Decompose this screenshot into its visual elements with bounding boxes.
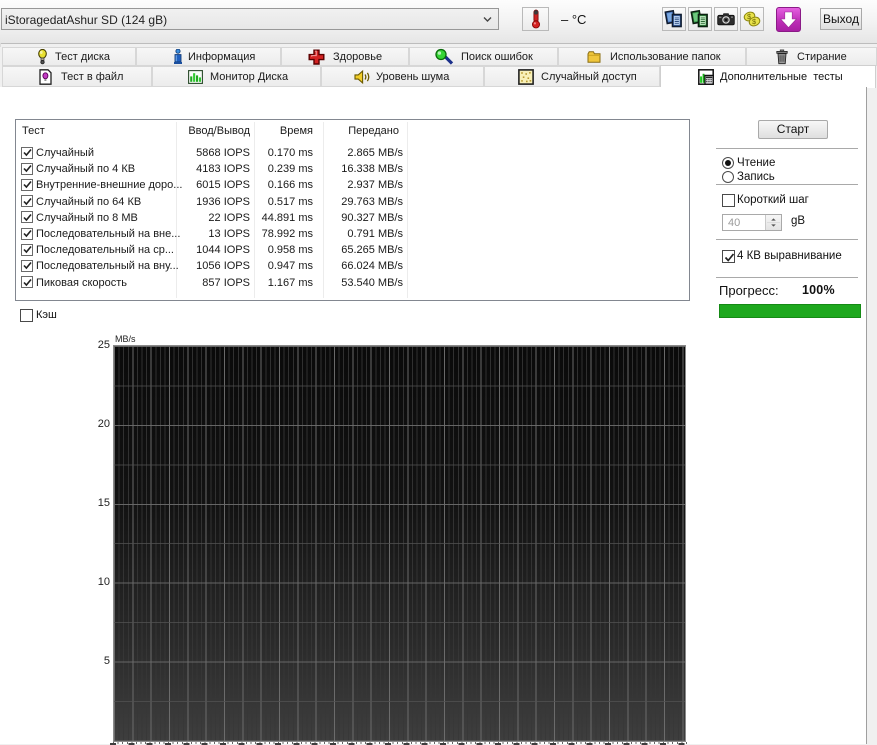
svg-text:$: $ [752,19,756,26]
